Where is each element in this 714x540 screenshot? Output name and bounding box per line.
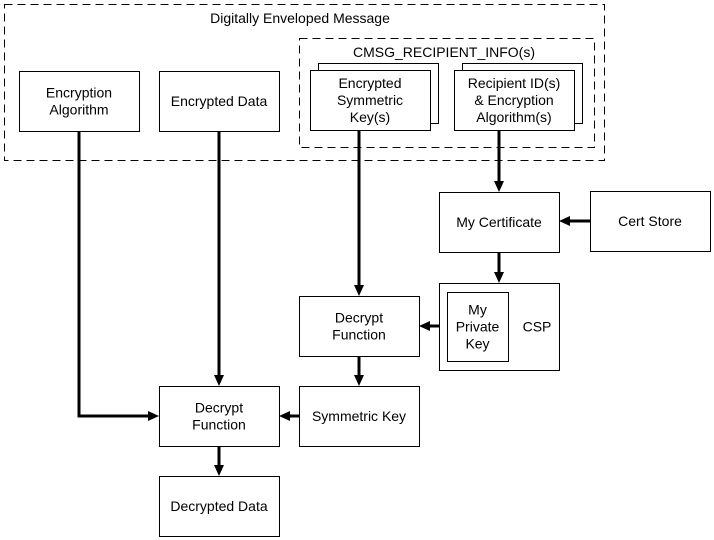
edge-encrypted-symmetric-keys-to-decrypt-function-key [354, 130, 364, 296]
edge-encrypted-data-to-decrypt-function-data [214, 131, 224, 386]
node-recipient-ids-label: Algorithm(s) [476, 109, 551, 125]
envelope-label: Digitally Enveloped Message [210, 10, 390, 26]
node-encryption-algorithm-label: Encryption [46, 85, 112, 101]
arrowhead-icon [559, 216, 570, 226]
node-encryption-algorithm: EncryptionAlgorithm [19, 71, 140, 132]
nodes: EncryptionAlgorithm Encrypted Data Encrypt… [19, 63, 711, 537]
node-encrypted-data: Encrypted Data [159, 71, 280, 132]
edge-cert-store-to-my-certificate [559, 216, 590, 226]
node-decrypt-function-key-label: Decrypt [335, 310, 383, 326]
arrowhead-icon [494, 272, 504, 283]
node-decrypt-function-data-label: Decrypt [195, 400, 243, 416]
node-recipient-ids: Recipient ID(s)& EncryptionAlgorithm(s) [454, 63, 583, 131]
node-recipient-ids-label: Recipient ID(s) [468, 75, 561, 91]
node-symmetric-key: Symmetric Key [299, 386, 420, 447]
node-encrypted-symmetric-keys-label: Key(s) [350, 109, 390, 125]
arrowhead-icon [494, 181, 504, 192]
node-csp-label: CSP [523, 319, 552, 335]
node-my-private-key-label: Key [465, 336, 489, 352]
arrowhead-icon [354, 375, 364, 386]
node-symmetric-key-label: Symmetric Key [312, 408, 406, 424]
node-cert-store: Cert Store [590, 191, 711, 252]
node-encrypted-symmetric-keys-label: Symmetric [337, 92, 403, 108]
diagram-canvas: Digitally Enveloped Message CMSG_RECIPIE… [4, 4, 711, 537]
edge-encryption-algorithm-to-decrypt-function-data [77, 131, 159, 421]
node-decrypt-function-key: DecryptFunction [299, 296, 420, 357]
node-cert-store-label: Cert Store [618, 213, 682, 229]
arrowhead-icon [214, 375, 224, 386]
node-decrypt-function-key-label: Function [332, 327, 386, 343]
node-encrypted-symmetric-keys-label: Encrypted [338, 75, 401, 91]
node-my-certificate-label: My Certificate [456, 214, 542, 230]
node-my-private-key-label: Private [456, 319, 500, 335]
edge-decrypt-function-key-to-symmetric-key [354, 356, 364, 386]
node-encrypted-symmetric-keys: EncryptedSymmetricKey(s) [310, 63, 439, 131]
node-decrypted-data: Decrypted Data [159, 476, 280, 537]
node-my-private-key: MyPrivateKey [447, 292, 509, 362]
recipient-info-label: CMSG_RECIPIENT_INFO(s) [353, 44, 535, 60]
arrowhead-icon [148, 411, 159, 421]
node-encrypted-data-label: Encrypted Data [171, 93, 268, 109]
node-my-certificate: My Certificate [439, 192, 560, 253]
node-decrypt-function-data: DecryptFunction [159, 386, 280, 447]
arrowhead-icon [354, 285, 364, 296]
node-encryption-algorithm-label: Algorithm [49, 102, 108, 118]
node-recipient-ids-label: & Encryption [474, 92, 553, 108]
arrowhead-icon [279, 411, 290, 421]
arrowhead-icon [419, 321, 430, 331]
edge-symmetric-key-to-decrypt-function-data [279, 411, 299, 421]
node-decrypt-function-data-label: Function [192, 417, 246, 433]
arrowhead-icon [214, 465, 224, 476]
edge-my-certificate-to-csp [494, 252, 504, 283]
edge-decrypt-function-data-to-decrypted-data [214, 446, 224, 476]
node-decrypted-data-label: Decrypted Data [170, 498, 267, 514]
edge-line [77, 131, 148, 418]
node-my-private-key-label: My [468, 302, 487, 318]
